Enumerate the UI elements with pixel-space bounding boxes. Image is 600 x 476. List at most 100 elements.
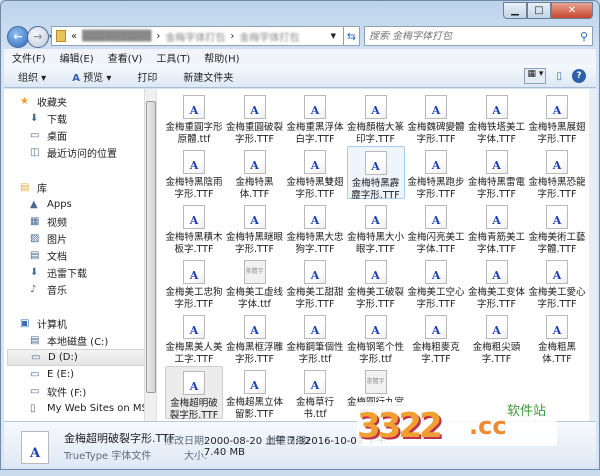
breadcrumb-overflow[interactable]: «: [71, 31, 77, 42]
file-item[interactable]: A 金梅美工变体字形.TTF: [468, 256, 526, 310]
file-item[interactable]: A 金梅美工甜甜字形.TTF: [286, 256, 344, 310]
sidebar-item-computer-3[interactable]: ▭ 软件 (F:): [30, 383, 155, 400]
sidebar-item-libraries-2[interactable]: ▨ 图片: [30, 230, 155, 247]
breadcrumb-item[interactable]: 金梅字体打包: [239, 29, 299, 44]
file-name: 金梅美工空心字形.TTF: [407, 287, 465, 310]
file-item[interactable]: A 金梅鋼筆個性字形.ttf: [286, 311, 344, 365]
sidebar-item-favorites-2[interactable]: ◫ 最近访问的位置: [30, 144, 155, 161]
file-list-scrollbar[interactable]: [589, 89, 597, 421]
file-item[interactable]: A 金梅特黑展翅字形.TTF: [528, 91, 586, 145]
sidebar-item-computer-2[interactable]: ▭ E (E:): [30, 366, 155, 383]
file-item[interactable]: A 金梅粗尖頭字.TTF: [468, 311, 526, 365]
sidebar-item-favorites-0[interactable]: ⬇ 下载: [30, 110, 155, 127]
close-button[interactable]: ✕: [551, 2, 593, 19]
menu-edit[interactable]: 编辑(E): [60, 50, 94, 65]
address-dropdown-icon[interactable]: ▼: [331, 32, 336, 40]
menu-tools[interactable]: 工具(T): [156, 50, 190, 65]
file-item[interactable]: A 金梅特黑霹靂字形.TTF: [346, 146, 405, 201]
search-box[interactable]: ⚲: [364, 26, 593, 46]
file-item[interactable]: A 金梅特黑大小眼字.TTF: [347, 201, 405, 255]
forward-button[interactable]: →: [27, 26, 49, 48]
file-item[interactable]: A 金梅钢笔个性字形.ttf: [347, 311, 405, 365]
file-item[interactable]: A 金梅黑框浮雕字形.TTF: [226, 311, 284, 365]
file-item[interactable]: A 金梅重圓字形原體.ttf: [165, 91, 223, 145]
command-bar: 组织 ▾ A 预览 ▾ 打印 新建文件夹 ▦ ▾ ▯ ?: [4, 65, 596, 88]
file-item[interactable]: A 金梅特黑体.TTF: [226, 146, 284, 200]
back-button[interactable]: ←: [7, 26, 29, 48]
file-item[interactable]: A 金梅草行书.ttf: [286, 366, 344, 420]
sidebar-item-label: 迅雷下载: [47, 269, 87, 280]
file-item[interactable]: A 金梅重圓破裂字形.TTF: [226, 91, 284, 145]
file-item[interactable]: A 金梅特黑雷電字形.TTF: [467, 146, 526, 200]
file-item[interactable]: A 金梅美工忠狗字形.TTF: [165, 256, 223, 310]
organize-button[interactable]: 组织 ▾: [18, 69, 46, 84]
file-item[interactable]: A 金梅青筋美工字体.TTF: [468, 201, 526, 255]
sidebar-group-favorites[interactable]: ★ 收藏夹: [20, 93, 155, 110]
file-item[interactable]: A 金梅美工破裂字形.TTF: [347, 256, 405, 310]
sidebar-item-libraries-5[interactable]: ♪ 音乐: [30, 281, 155, 298]
address-bar[interactable]: « █████████ › 金梅字体打包 › 金梅字体打包 ▼: [51, 26, 359, 46]
sidebar-item-computer-1[interactable]: ▭ D (D:): [7, 349, 147, 366]
menu-file[interactable]: 文件(F): [12, 50, 46, 65]
sidebar-item-computer-0[interactable]: ▤ 本地磁盘 (C:): [30, 332, 155, 349]
maximize-button[interactable]: □: [527, 2, 551, 19]
menu-view[interactable]: 查看(V): [108, 50, 143, 65]
file-item[interactable]: A 金梅美術工藝字體.TTF: [528, 201, 586, 255]
file-name: 金梅特黑陰雨字形.TTF: [165, 177, 223, 200]
scrollbar-thumb[interactable]: [146, 101, 156, 393]
file-item[interactable]: A 金梅超明破裂字形.TTF: [165, 366, 223, 421]
file-item[interactable]: A 金梅魏碑變體字形.TTF: [407, 91, 465, 145]
preview-button[interactable]: A 预览 ▾: [72, 69, 111, 84]
file-name: 金梅顏楷大篆印字.TTF: [346, 122, 404, 145]
sidebar-item-label: 音乐: [47, 286, 67, 297]
new-folder-button[interactable]: 新建文件夹: [183, 69, 233, 84]
file-item[interactable]: A 金梅重黑浮体白字.TTF: [286, 91, 344, 145]
file-item[interactable]: A 金梅特黑雙翅字形.TTF: [286, 146, 344, 200]
breadcrumb-sep: ›: [156, 30, 161, 42]
file-item[interactable]: A 金梅铁塔美工字体.TTF: [468, 91, 526, 145]
file-item[interactable]: A 金梅特黑瞇眼字形.TTF: [226, 201, 284, 255]
sidebar-item-libraries-1[interactable]: ▦ 视频: [30, 213, 155, 230]
menu-help[interactable]: 帮助(H): [204, 50, 239, 65]
file-name: 金梅特黑雷電字形.TTF: [467, 177, 525, 200]
file-name: 金梅粗黑体.TTF: [537, 342, 576, 365]
sidebar-item-libraries-0[interactable]: ▲ Apps: [30, 196, 155, 213]
nav-buttons: ← → ▼: [7, 26, 55, 48]
navigation-scrollbar[interactable]: [144, 89, 156, 421]
file-item[interactable]: A 金梅美工空心字形.TTF: [407, 256, 465, 310]
sidebar-item-favorites-1[interactable]: ▭ 桌面: [30, 127, 155, 144]
sidebar-item-label: Apps: [47, 199, 72, 210]
font-preview-icon: A: [72, 72, 80, 84]
file-item[interactable]: A 金梅黑美人美工字.TTF: [165, 311, 223, 365]
breadcrumb-item[interactable]: 金梅字体打包: [165, 29, 225, 44]
preview-pane-icon[interactable]: ▯: [556, 71, 562, 82]
sidebar-item-computer-4[interactable]: ▯ My Web Sites on MSN: [30, 400, 155, 417]
breadcrumb-sep: ›: [230, 30, 235, 42]
refresh-button[interactable]: ⇆: [343, 26, 360, 46]
file-item[interactable]: A 金梅顏楷大篆印字.TTF: [346, 91, 405, 145]
file-item[interactable]: A 金梅粗黑体.TTF: [528, 311, 586, 365]
sidebar-item-libraries-4[interactable]: ⬇ 迅雷下载: [30, 264, 155, 281]
sidebar-group-computer[interactable]: ▣ 计算机: [20, 315, 155, 332]
file-item[interactable]: A 金梅特黑積木板字.TTF: [165, 201, 223, 255]
file-item[interactable]: A 金梅特黑跑步字形.TTF: [407, 146, 465, 200]
change-view-button[interactable]: ▦ ▾: [524, 68, 547, 84]
file-item[interactable]: A 金梅粗麥克字.TTF: [407, 311, 465, 365]
file-item[interactable]: A 金梅特黑陰雨字形.TTF: [165, 146, 223, 200]
sidebar-item-label: 图片: [47, 235, 67, 246]
file-item[interactable]: 書體字 金梅圓行九宮空心.ttf: [347, 366, 405, 420]
file-item[interactable]: A 金梅超黑立体留影.TTF: [226, 366, 284, 420]
file-item[interactable]: A 金梅美工愛心字形.TTF: [528, 256, 586, 310]
search-icon[interactable]: ⚲: [580, 30, 588, 43]
minimize-button[interactable]: ▁: [503, 2, 527, 19]
sidebar-group-libraries[interactable]: ▤ 库: [20, 179, 155, 196]
file-item[interactable]: 茶體字 金梅美工虚线字体.ttf: [226, 256, 284, 310]
file-item[interactable]: A 金梅特黑恐龍字形.TTF: [528, 146, 586, 200]
file-name: 金梅特黑霹靂字形.TTF: [351, 178, 400, 201]
help-icon[interactable]: ?: [572, 69, 586, 83]
search-input[interactable]: [369, 30, 559, 42]
sidebar-item-libraries-3[interactable]: ▤ 文档: [30, 247, 155, 264]
file-item[interactable]: A 金梅闪亮美工字体.TTF: [407, 201, 465, 255]
print-button[interactable]: 打印: [137, 69, 157, 84]
file-item[interactable]: A 金梅特黑大忠狗字.TTF: [286, 201, 344, 255]
